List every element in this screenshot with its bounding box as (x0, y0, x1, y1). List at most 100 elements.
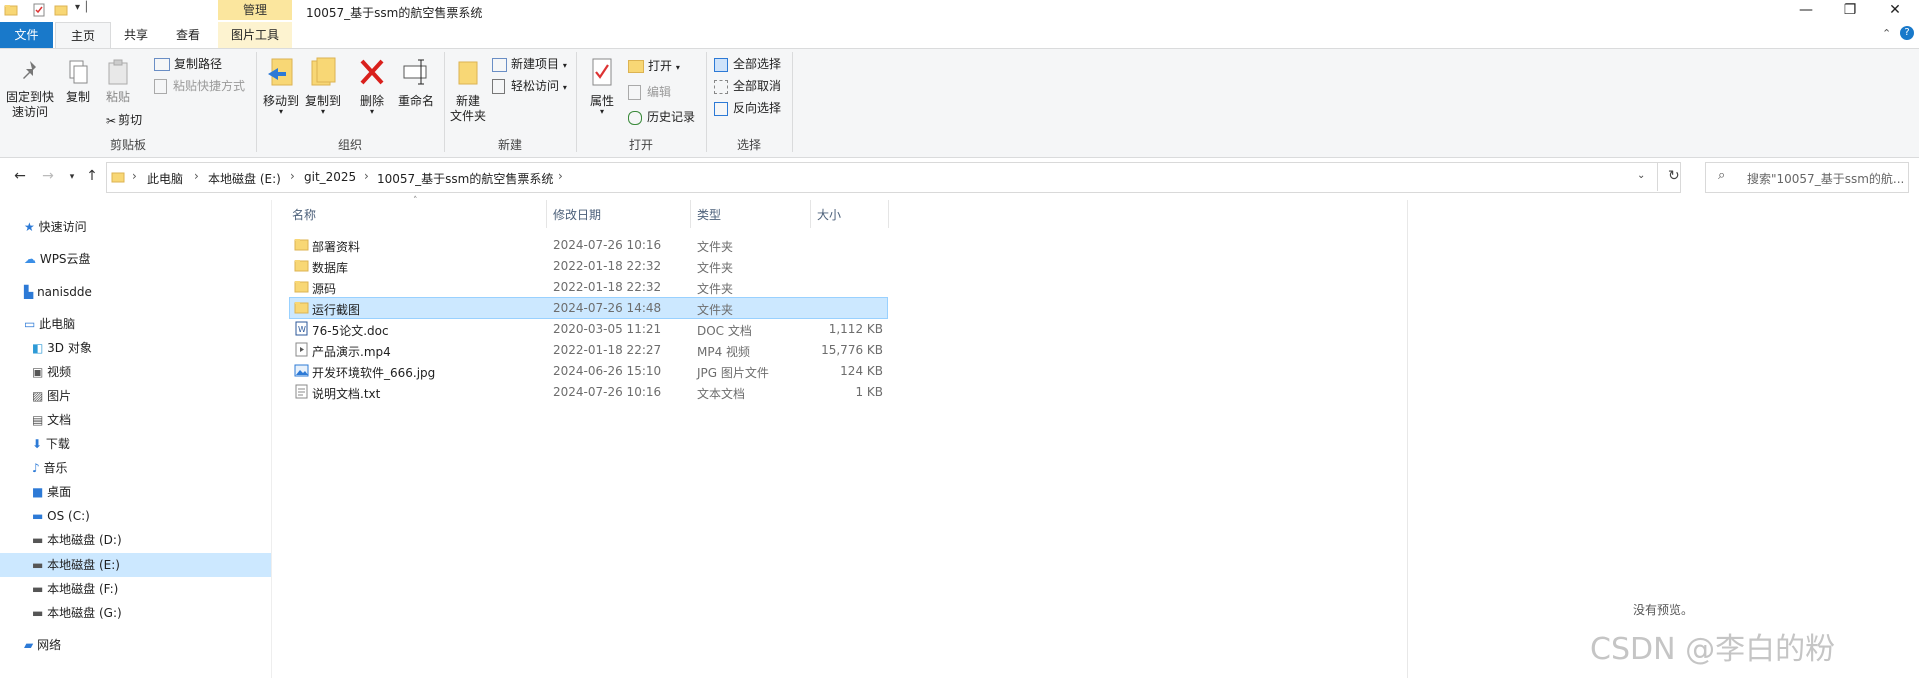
file-size: 1 KB (855, 385, 883, 399)
rename-button[interactable]: 重命名 (394, 56, 438, 109)
edit-button[interactable]: 编辑 (628, 83, 671, 101)
properties-quick-icon[interactable] (32, 3, 46, 17)
cube-icon: ◧ (32, 341, 44, 355)
forward-button[interactable]: → (36, 168, 60, 188)
select-all-button[interactable]: 全部选择 (714, 55, 781, 73)
file-size: 124 KB (840, 364, 883, 378)
new-folder-quick-icon[interactable] (54, 3, 68, 17)
desktop-icon: ■ (32, 485, 44, 499)
breadcrumb-separator[interactable]: › (132, 169, 137, 183)
breadcrumb-this-pc[interactable]: 此电脑 (147, 170, 183, 187)
file-row[interactable]: 数据库 2022-01-18 22:32 文件夹 (290, 256, 887, 276)
pin-quick-access-button[interactable]: 固定到快 速访问 (4, 58, 56, 120)
folder-icon (294, 302, 309, 314)
file-row[interactable]: 开发环境软件_666.jpg 2024-06-26 15:10 JPG 图片文件 12… (290, 361, 887, 381)
manage-context-tab[interactable]: 管理 (218, 0, 292, 20)
column-divider[interactable] (810, 200, 811, 228)
nav-pictures[interactable]: ▨ 图片 (32, 385, 71, 407)
properties-button[interactable]: 属性 ▾ (582, 56, 622, 116)
group-label-select: 选择 (736, 138, 761, 152)
new-folder-button[interactable]: 新建 文件夹 (448, 56, 488, 124)
maximize-button[interactable]: ❐ (1827, 0, 1873, 22)
star-icon: ★ (24, 220, 35, 234)
move-to-button[interactable]: 移动到 ▾ (260, 56, 302, 116)
file-row[interactable]: 部署资料 2024-07-26 10:16 文件夹 (290, 235, 887, 255)
tab-picture-tools[interactable]: 图片工具 (218, 22, 292, 48)
breadcrumb-separator[interactable]: › (290, 169, 295, 183)
nav-user[interactable]: ▙ nanisdde (24, 281, 92, 303)
paste-shortcut-button[interactable]: 粘贴快捷方式 (154, 77, 245, 95)
nav-3d-objects[interactable]: ◧ 3D 对象 (32, 337, 92, 359)
file-row[interactable]: 源码 2022-01-18 22:32 文件夹 (290, 277, 887, 297)
tab-file[interactable]: 文件 (0, 22, 53, 48)
customize-quick-access-icon[interactable]: ▾ │ (75, 2, 89, 13)
properties-icon (592, 58, 612, 86)
new-item-button[interactable]: 新建项目 ▾ (492, 55, 567, 73)
nav-quick-access[interactable]: ★ 快速访问 (24, 216, 87, 238)
cloud-icon: ☁ (24, 252, 36, 266)
help-icon[interactable]: ? (1900, 26, 1914, 40)
nav-network[interactable]: ▰ 网络 (24, 634, 61, 656)
address-dropdown-icon[interactable]: ⌄ (1637, 170, 1645, 181)
nav-documents[interactable]: ▤ 文档 (32, 409, 71, 431)
breadcrumb-separator[interactable]: › (558, 169, 563, 183)
invert-selection-button[interactable]: 反向选择 (714, 99, 781, 117)
file-date: 2020-03-05 11:21 (553, 322, 662, 336)
breadcrumb-current-folder[interactable]: 10057_基于ssm的航空售票系统 (377, 170, 553, 187)
column-divider[interactable] (888, 200, 889, 228)
nav-drive-e[interactable]: ▬ 本地磁盘 (E:) (32, 554, 120, 576)
copy-button[interactable]: 复制 (60, 58, 96, 105)
window-title: 10057_基于ssm的航空售票系统 (306, 6, 483, 20)
column-header-date[interactable]: 修改日期 (553, 206, 601, 223)
breadcrumb-separator[interactable]: › (194, 169, 199, 183)
nav-downloads[interactable]: ⬇ 下载 (32, 433, 70, 455)
column-divider[interactable] (690, 200, 691, 228)
close-button[interactable]: ✕ (1872, 0, 1918, 22)
nav-drive-d[interactable]: ▬ 本地磁盘 (D:) (32, 529, 122, 551)
minimize-button[interactable]: — (1783, 0, 1829, 22)
column-header-type[interactable]: 类型 (697, 206, 721, 223)
up-button[interactable]: ↑ (80, 168, 104, 188)
file-row[interactable]: W 76-5论文.doc 2020-03-05 11:21 DOC 文档 1,112 K… (290, 319, 887, 339)
breadcrumb-drive-e[interactable]: 本地磁盘 (E:) (208, 170, 281, 187)
nav-drive-c[interactable]: ▬ OS (C:) (32, 505, 90, 527)
cut-button[interactable]: ✂ 剪切 (106, 111, 142, 129)
drive-icon: ▬ (32, 582, 44, 596)
column-header-size[interactable]: 大小 (817, 206, 841, 223)
file-type: 文件夹 (697, 303, 734, 317)
tab-view[interactable]: 查看 (168, 22, 208, 48)
nav-wps-cloud[interactable]: ☁ WPS云盘 (24, 248, 91, 270)
refresh-icon[interactable]: ↻ (1668, 168, 1680, 184)
nav-drive-g[interactable]: ▬ 本地磁盘 (G:) (32, 602, 122, 624)
column-header-name[interactable]: 名称 (292, 206, 316, 223)
file-row[interactable]: 产品演示.mp4 2022-01-18 22:27 MP4 视频 15,776 KB (290, 340, 887, 360)
paste-button[interactable]: 粘贴 (100, 58, 136, 105)
breadcrumb-separator[interactable]: › (364, 169, 369, 183)
file-row[interactable]: 说明文档.txt 2024-07-26 10:16 文本文档 1 KB (290, 382, 887, 402)
windows-drive-icon: ▬ (32, 509, 44, 523)
breadcrumb-git-2025[interactable]: git_2025 (304, 170, 356, 184)
history-button[interactable]: 历史记录 (628, 108, 695, 126)
nav-this-pc[interactable]: ▭ 此电脑 (24, 313, 75, 335)
move-to-icon (268, 58, 293, 86)
tab-home[interactable]: 主页 (55, 22, 111, 48)
nav-music[interactable]: ♪ 音乐 (32, 457, 68, 479)
image-file-icon (294, 364, 309, 377)
back-button[interactable]: ← (8, 168, 32, 188)
new-folder-icon (458, 61, 478, 85)
nav-videos[interactable]: ▣ 视频 (32, 361, 71, 383)
nav-drive-f[interactable]: ▬ 本地磁盘 (F:) (32, 578, 118, 600)
copy-path-button[interactable]: 复制路径 (154, 55, 222, 73)
network-icon: ▰ (24, 638, 34, 652)
nav-desktop[interactable]: ■ 桌面 (32, 481, 71, 503)
tab-share[interactable]: 共享 (116, 22, 156, 48)
easy-access-button[interactable]: 轻松访问 ▾ (492, 77, 567, 95)
delete-button[interactable]: 删除 ▾ (354, 56, 390, 116)
open-button[interactable]: 打开 ▾ (628, 57, 680, 75)
file-row[interactable]: 运行截图 2024-07-26 14:48 文件夹 (289, 297, 888, 319)
document-icon: ▤ (32, 413, 44, 427)
collapse-ribbon-icon[interactable]: ⌃ (1882, 27, 1891, 40)
select-none-button[interactable]: 全部取消 (714, 77, 781, 95)
column-divider[interactable] (546, 200, 547, 228)
copy-to-button[interactable]: 复制到 ▾ (302, 56, 344, 116)
